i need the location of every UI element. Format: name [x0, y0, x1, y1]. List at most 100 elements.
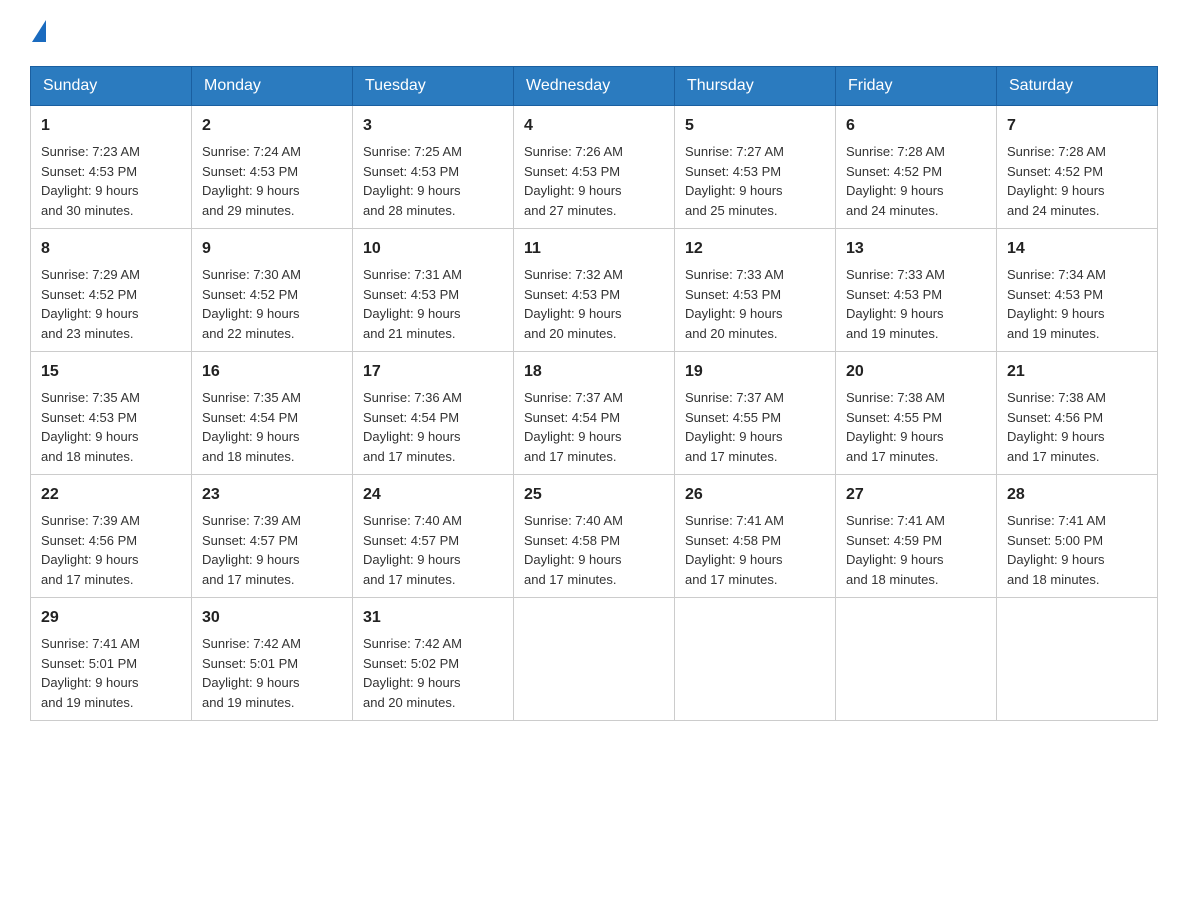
weekday-header-sunday: Sunday: [31, 67, 192, 106]
daylight-label: Daylight: 9 hours: [1007, 552, 1105, 567]
sunrise-label: Sunrise: 7:23 AM: [41, 144, 140, 159]
calendar-cell: 11 Sunrise: 7:32 AM Sunset: 4:53 PM Dayl…: [514, 229, 675, 352]
calendar-cell: 25 Sunrise: 7:40 AM Sunset: 4:58 PM Dayl…: [514, 475, 675, 598]
sunset-label: Sunset: 4:58 PM: [524, 533, 620, 548]
weekday-header-thursday: Thursday: [675, 67, 836, 106]
daylight-minutes: and 18 minutes.: [202, 449, 295, 464]
daylight-label: Daylight: 9 hours: [202, 675, 300, 690]
sunset-label: Sunset: 4:52 PM: [846, 164, 942, 179]
daylight-minutes: and 28 minutes.: [363, 203, 456, 218]
sunset-label: Sunset: 4:53 PM: [202, 164, 298, 179]
sunset-label: Sunset: 5:01 PM: [41, 656, 137, 671]
sunrise-label: Sunrise: 7:35 AM: [41, 390, 140, 405]
daylight-minutes: and 29 minutes.: [202, 203, 295, 218]
calendar-cell: [997, 598, 1158, 721]
sunset-label: Sunset: 4:54 PM: [363, 410, 459, 425]
logo: [30, 20, 46, 46]
calendar-cell: [514, 598, 675, 721]
daylight-label: Daylight: 9 hours: [202, 429, 300, 444]
sunset-label: Sunset: 5:02 PM: [363, 656, 459, 671]
calendar-cell: 6 Sunrise: 7:28 AM Sunset: 4:52 PM Dayli…: [836, 106, 997, 229]
daylight-label: Daylight: 9 hours: [41, 675, 139, 690]
calendar-cell: 31 Sunrise: 7:42 AM Sunset: 5:02 PM Dayl…: [353, 598, 514, 721]
sunrise-label: Sunrise: 7:38 AM: [846, 390, 945, 405]
day-number: 7: [1007, 114, 1147, 138]
sunrise-label: Sunrise: 7:41 AM: [846, 513, 945, 528]
sunset-label: Sunset: 4:57 PM: [363, 533, 459, 548]
daylight-label: Daylight: 9 hours: [363, 183, 461, 198]
week-row-4: 22 Sunrise: 7:39 AM Sunset: 4:56 PM Dayl…: [31, 475, 1158, 598]
week-row-3: 15 Sunrise: 7:35 AM Sunset: 4:53 PM Dayl…: [31, 352, 1158, 475]
sunrise-label: Sunrise: 7:41 AM: [685, 513, 784, 528]
sunrise-label: Sunrise: 7:32 AM: [524, 267, 623, 282]
week-row-1: 1 Sunrise: 7:23 AM Sunset: 4:53 PM Dayli…: [31, 106, 1158, 229]
calendar-cell: 15 Sunrise: 7:35 AM Sunset: 4:53 PM Dayl…: [31, 352, 192, 475]
day-number: 9: [202, 237, 342, 261]
weekday-header-monday: Monday: [192, 67, 353, 106]
day-number: 4: [524, 114, 664, 138]
daylight-label: Daylight: 9 hours: [846, 429, 944, 444]
week-row-5: 29 Sunrise: 7:41 AM Sunset: 5:01 PM Dayl…: [31, 598, 1158, 721]
daylight-minutes: and 17 minutes.: [41, 572, 134, 587]
sunset-label: Sunset: 4:55 PM: [685, 410, 781, 425]
sunset-label: Sunset: 4:59 PM: [846, 533, 942, 548]
daylight-label: Daylight: 9 hours: [524, 552, 622, 567]
daylight-label: Daylight: 9 hours: [41, 429, 139, 444]
daylight-label: Daylight: 9 hours: [363, 675, 461, 690]
day-number: 5: [685, 114, 825, 138]
sunset-label: Sunset: 5:01 PM: [202, 656, 298, 671]
daylight-label: Daylight: 9 hours: [363, 552, 461, 567]
daylight-label: Daylight: 9 hours: [363, 429, 461, 444]
daylight-label: Daylight: 9 hours: [41, 306, 139, 321]
sunrise-label: Sunrise: 7:36 AM: [363, 390, 462, 405]
day-number: 25: [524, 483, 664, 507]
sunset-label: Sunset: 4:54 PM: [524, 410, 620, 425]
daylight-minutes: and 25 minutes.: [685, 203, 778, 218]
calendar-table: SundayMondayTuesdayWednesdayThursdayFrid…: [30, 66, 1158, 721]
calendar-cell: 23 Sunrise: 7:39 AM Sunset: 4:57 PM Dayl…: [192, 475, 353, 598]
sunset-label: Sunset: 4:57 PM: [202, 533, 298, 548]
calendar-cell: 17 Sunrise: 7:36 AM Sunset: 4:54 PM Dayl…: [353, 352, 514, 475]
daylight-label: Daylight: 9 hours: [524, 183, 622, 198]
sunrise-label: Sunrise: 7:41 AM: [41, 636, 140, 651]
calendar-cell: 29 Sunrise: 7:41 AM Sunset: 5:01 PM Dayl…: [31, 598, 192, 721]
page-header: [30, 20, 1158, 46]
day-number: 29: [41, 606, 181, 630]
sunrise-label: Sunrise: 7:34 AM: [1007, 267, 1106, 282]
sunset-label: Sunset: 4:52 PM: [202, 287, 298, 302]
sunrise-label: Sunrise: 7:26 AM: [524, 144, 623, 159]
daylight-minutes: and 17 minutes.: [1007, 449, 1100, 464]
daylight-minutes: and 17 minutes.: [363, 449, 456, 464]
daylight-label: Daylight: 9 hours: [685, 183, 783, 198]
calendar-cell: 9 Sunrise: 7:30 AM Sunset: 4:52 PM Dayli…: [192, 229, 353, 352]
sunset-label: Sunset: 4:55 PM: [846, 410, 942, 425]
day-number: 15: [41, 360, 181, 384]
day-number: 3: [363, 114, 503, 138]
calendar-cell: 5 Sunrise: 7:27 AM Sunset: 4:53 PM Dayli…: [675, 106, 836, 229]
calendar-cell: 14 Sunrise: 7:34 AM Sunset: 4:53 PM Dayl…: [997, 229, 1158, 352]
daylight-label: Daylight: 9 hours: [202, 183, 300, 198]
day-number: 11: [524, 237, 664, 261]
daylight-minutes: and 20 minutes.: [524, 326, 617, 341]
day-number: 24: [363, 483, 503, 507]
daylight-minutes: and 24 minutes.: [1007, 203, 1100, 218]
sunset-label: Sunset: 4:56 PM: [1007, 410, 1103, 425]
daylight-label: Daylight: 9 hours: [685, 429, 783, 444]
daylight-minutes: and 19 minutes.: [41, 695, 134, 710]
daylight-minutes: and 20 minutes.: [363, 695, 456, 710]
sunrise-label: Sunrise: 7:31 AM: [363, 267, 462, 282]
daylight-label: Daylight: 9 hours: [846, 183, 944, 198]
weekday-header-wednesday: Wednesday: [514, 67, 675, 106]
daylight-minutes: and 17 minutes.: [524, 572, 617, 587]
daylight-label: Daylight: 9 hours: [685, 552, 783, 567]
day-number: 19: [685, 360, 825, 384]
calendar-cell: 20 Sunrise: 7:38 AM Sunset: 4:55 PM Dayl…: [836, 352, 997, 475]
sunset-label: Sunset: 5:00 PM: [1007, 533, 1103, 548]
daylight-minutes: and 21 minutes.: [363, 326, 456, 341]
calendar-cell: 27 Sunrise: 7:41 AM Sunset: 4:59 PM Dayl…: [836, 475, 997, 598]
sunset-label: Sunset: 4:53 PM: [363, 164, 459, 179]
daylight-minutes: and 30 minutes.: [41, 203, 134, 218]
daylight-label: Daylight: 9 hours: [202, 552, 300, 567]
day-number: 17: [363, 360, 503, 384]
daylight-label: Daylight: 9 hours: [846, 552, 944, 567]
